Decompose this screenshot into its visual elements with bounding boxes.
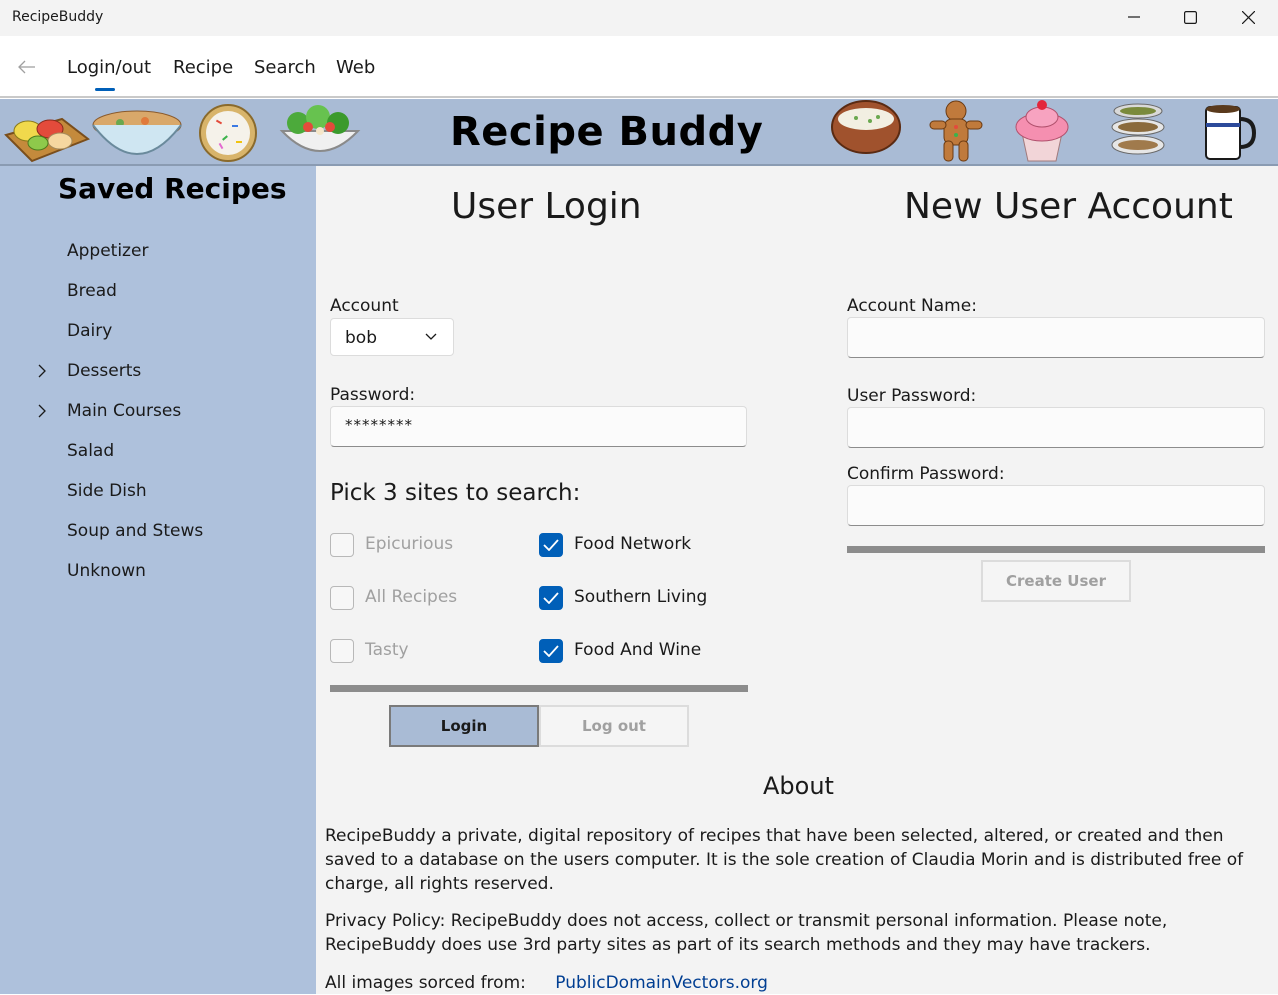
checkmark-icon [543, 592, 559, 604]
clay-pot-icon [831, 100, 901, 154]
banner: Recipe Buddy [0, 99, 1278, 166]
user-password-label: User Password: [847, 386, 977, 406]
password-field[interactable]: ******** [330, 406, 747, 447]
user-password-field[interactable] [847, 407, 1265, 448]
checkmark-icon [543, 539, 559, 551]
sites-label: Pick 3 sites to search: [330, 480, 581, 506]
maximize-icon [1183, 10, 1197, 24]
coffee-mug-icon [1205, 105, 1256, 160]
chevron-right-icon[interactable] [36, 404, 48, 418]
password-label: Password: [330, 385, 416, 405]
back-button[interactable] [10, 52, 44, 82]
soup-bowl-icon [92, 110, 182, 155]
about-title: About [763, 772, 834, 800]
stacked-bowls-icon [1111, 103, 1165, 155]
account-label: Account [330, 296, 399, 316]
navigation-bar: Login/out Recipe Search Web [0, 36, 1278, 98]
food-network-label: Food Network [574, 534, 692, 554]
food-and-wine-checkbox[interactable] [539, 639, 563, 663]
password-value: ******** [345, 416, 413, 434]
tasty-label: Tasty [365, 640, 409, 660]
sidebar-item-main-courses[interactable]: Main Courses [67, 401, 181, 421]
about-description: RecipeBuddy a private, digital repositor… [325, 826, 1244, 894]
sidebar-item-side-dish[interactable]: Side Dish [67, 481, 147, 501]
create-user-button[interactable]: Create User [981, 560, 1131, 602]
sidebar-item-desserts[interactable]: Desserts [67, 361, 141, 381]
sidebar-item-bread[interactable]: Bread [67, 281, 117, 301]
chevron-down-icon [425, 333, 437, 340]
tab-web[interactable]: Web [336, 57, 375, 78]
sidebar-item-soup-and-stews[interactable]: Soup and Stews [67, 521, 203, 541]
tab-login-out[interactable]: Login/out [67, 57, 151, 78]
tab-recipe[interactable]: Recipe [173, 57, 233, 78]
account-dropdown-value: bob [345, 328, 377, 348]
close-icon [1241, 10, 1255, 24]
minimize-button[interactable] [1106, 0, 1162, 34]
chevron-right-icon[interactable] [36, 364, 48, 378]
minimize-icon [1128, 16, 1140, 18]
southern-living-checkbox[interactable] [539, 586, 563, 610]
epicurious-label: Epicurious [365, 534, 454, 554]
cupcake-icon [1015, 100, 1069, 162]
food-network-checkbox[interactable] [539, 533, 563, 557]
fruit-plate-icon [4, 117, 90, 163]
title-bar: RecipeBuddy [0, 0, 1278, 36]
gingerbread-man-icon [929, 100, 983, 162]
confirm-password-label: Confirm Password: [847, 464, 1005, 484]
food-and-wine-label: Food And Wine [574, 640, 702, 660]
sidebar-title: Saved Recipes [58, 172, 287, 205]
account-name-label: Account Name: [847, 296, 977, 316]
epicurious-checkbox[interactable] [330, 533, 354, 557]
image-credits: All images sorced from: PublicDomainVect… [325, 971, 1270, 995]
account-dropdown[interactable]: bob [330, 318, 454, 356]
checkmark-icon [543, 645, 559, 657]
image-credits-label: All images sorced from: [325, 973, 526, 993]
public-domain-vectors-link[interactable]: PublicDomainVectors.org [555, 973, 768, 993]
all-recipes-label: All Recipes [365, 587, 458, 607]
tasty-checkbox[interactable] [330, 639, 354, 663]
salad-icon [279, 105, 361, 152]
sidebar-item-appetizer[interactable]: Appetizer [67, 241, 148, 261]
maximize-button[interactable] [1162, 0, 1218, 34]
banner-title: Recipe Buddy [450, 109, 764, 155]
logout-button[interactable]: Log out [539, 705, 689, 747]
all-recipes-checkbox[interactable] [330, 586, 354, 610]
window-title: RecipeBuddy [12, 9, 104, 25]
confirm-password-field[interactable] [847, 485, 1265, 526]
cookie-icon [199, 104, 257, 162]
login-title: User Login [451, 186, 642, 227]
sidebar-item-salad[interactable]: Salad [67, 441, 114, 461]
privacy-policy: Privacy Policy: RecipeBuddy does not acc… [325, 911, 1168, 955]
new-account-divider [847, 546, 1265, 553]
sidebar-item-unknown[interactable]: Unknown [67, 561, 146, 581]
tab-search[interactable]: Search [254, 57, 316, 78]
close-button[interactable] [1220, 0, 1276, 34]
sidebar: Saved Recipes Appetizer Bread Dairy Dess… [0, 166, 316, 994]
login-button[interactable]: Login [389, 705, 539, 747]
sidebar-item-dairy[interactable]: Dairy [67, 321, 112, 341]
login-divider [330, 685, 748, 692]
active-tab-indicator [95, 88, 115, 91]
account-name-field[interactable] [847, 317, 1265, 358]
southern-living-label: Southern Living [574, 587, 708, 607]
new-account-title: New User Account [904, 186, 1233, 227]
back-arrow-icon [18, 60, 35, 74]
